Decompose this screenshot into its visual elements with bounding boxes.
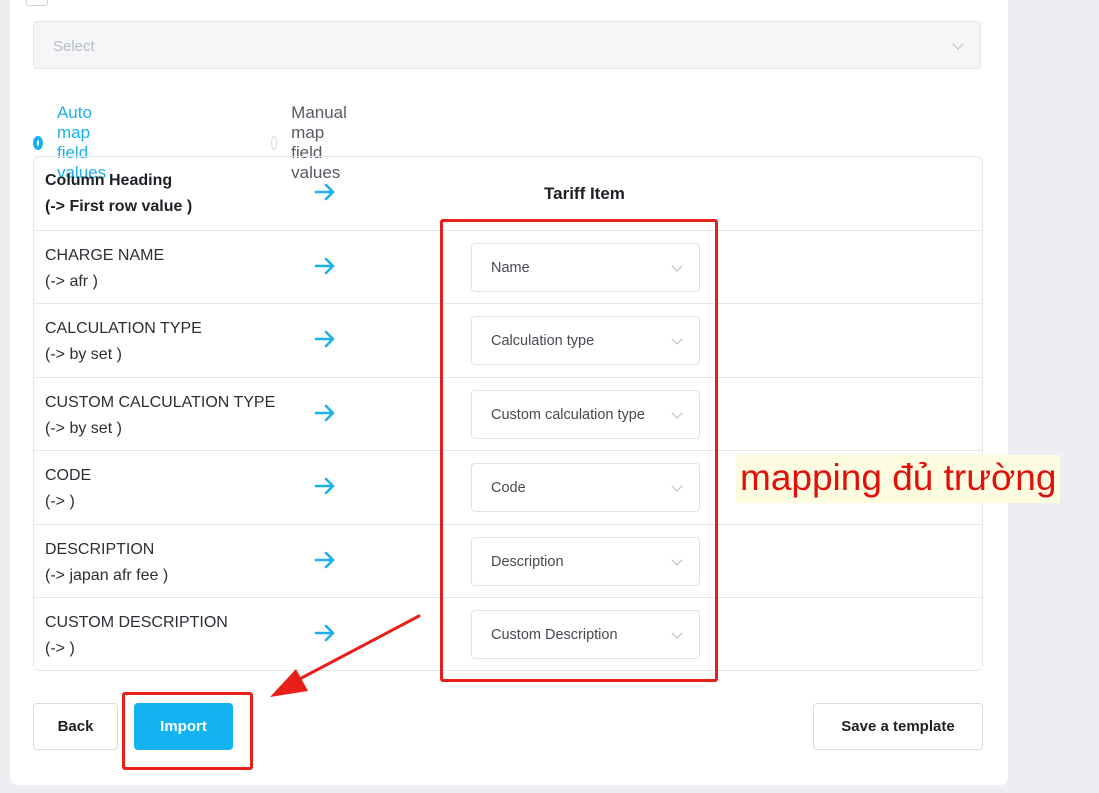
- row-field-name: CALCULATION TYPE: [45, 320, 202, 337]
- row-field: CUSTOM CALCULATION TYPE (-> by set ): [45, 390, 275, 442]
- row-field: CODE (-> ): [45, 463, 91, 515]
- annotation-label: mapping đủ trường: [736, 455, 1061, 503]
- mapping-table: Column Heading (-> First row value ) Tar…: [33, 156, 983, 671]
- row-field-name: DESCRIPTION: [45, 541, 155, 558]
- arrow-right-icon: [314, 623, 336, 643]
- tariff-mapping-select[interactable]: Custom calculation type: [471, 390, 700, 439]
- tariff-item-heading: Tariff Item: [544, 184, 625, 203]
- table-row: CUSTOM DESCRIPTION (-> ) Custom Descript…: [34, 598, 982, 670]
- row-field-name: CODE: [45, 467, 92, 484]
- tariff-mapping-select[interactable]: Name: [471, 243, 700, 292]
- radio-unselected-icon: [271, 136, 278, 150]
- tariff-mapping-value: Name: [491, 260, 530, 276]
- arrow-right-icon: [314, 182, 336, 202]
- tariff-mapping-value: Description: [491, 554, 564, 570]
- table-row: CUSTOM CALCULATION TYPE (-> by set ) Cus…: [34, 378, 982, 451]
- column-heading: Column Heading (-> First row value ): [45, 168, 192, 220]
- row-field-name: CUSTOM CALCULATION TYPE: [45, 394, 276, 411]
- row-field-name: CUSTOM DESCRIPTION: [45, 614, 228, 631]
- table-row: CHARGE NAME (-> afr ) Name: [34, 231, 982, 304]
- row-field-value: (-> ): [45, 640, 75, 657]
- chevron-down-icon: [671, 627, 683, 639]
- arrow-right-icon: [314, 476, 336, 496]
- row-field-name: CHARGE NAME: [45, 247, 165, 264]
- row-field-value: (-> afr ): [45, 273, 98, 290]
- tariff-mapping-value: Custom Description: [491, 627, 618, 643]
- chevron-down-icon: [671, 407, 683, 419]
- row-field-value: (-> by set ): [45, 346, 122, 363]
- chevron-down-icon: [952, 38, 964, 50]
- row-field: DESCRIPTION (-> japan afr fee ): [45, 537, 168, 589]
- tariff-mapping-select[interactable]: Calculation type: [471, 316, 700, 365]
- row-field: CHARGE NAME (-> afr ): [45, 243, 164, 295]
- back-button[interactable]: Back: [33, 703, 118, 750]
- row-field: CUSTOM DESCRIPTION (-> ): [45, 610, 228, 662]
- chevron-down-icon: [671, 480, 683, 492]
- top-checkbox[interactable]: [26, 0, 48, 6]
- row-field-value: (-> japan afr fee ): [45, 567, 169, 584]
- tariff-mapping-value: Calculation type: [491, 333, 595, 349]
- arrow-right-icon: [314, 550, 336, 570]
- table-row: CALCULATION TYPE (-> by set ) Calculatio…: [34, 304, 982, 378]
- column-heading-title: Column Heading: [45, 172, 173, 189]
- chevron-down-icon: [671, 554, 683, 566]
- arrow-right-icon: [314, 256, 336, 276]
- template-select-placeholder: Select: [53, 38, 95, 55]
- arrow-right-icon: [314, 403, 336, 423]
- import-button[interactable]: Import: [134, 703, 233, 750]
- tariff-mapping-value: Code: [491, 480, 526, 496]
- tariff-mapping-value: Custom calculation type: [491, 407, 645, 423]
- row-field-value: (-> by set ): [45, 420, 122, 437]
- tariff-mapping-select[interactable]: Custom Description: [471, 610, 700, 659]
- template-select[interactable]: Select: [33, 21, 981, 69]
- chevron-down-icon: [671, 260, 683, 272]
- table-row: DESCRIPTION (-> japan afr fee ) Descript…: [34, 525, 982, 598]
- tariff-mapping-select[interactable]: Description: [471, 537, 700, 586]
- row-field-value: (-> ): [45, 493, 75, 510]
- save-template-button[interactable]: Save a template: [813, 703, 983, 750]
- tariff-mapping-select[interactable]: Code: [471, 463, 700, 512]
- chevron-down-icon: [671, 333, 683, 345]
- column-heading-sub: (-> First row value ): [45, 198, 193, 215]
- radio-selected-icon: [33, 136, 43, 150]
- table-header-row: Column Heading (-> First row value ) Tar…: [34, 157, 982, 231]
- row-field: CALCULATION TYPE (-> by set ): [45, 316, 202, 368]
- arrow-right-icon: [314, 329, 336, 349]
